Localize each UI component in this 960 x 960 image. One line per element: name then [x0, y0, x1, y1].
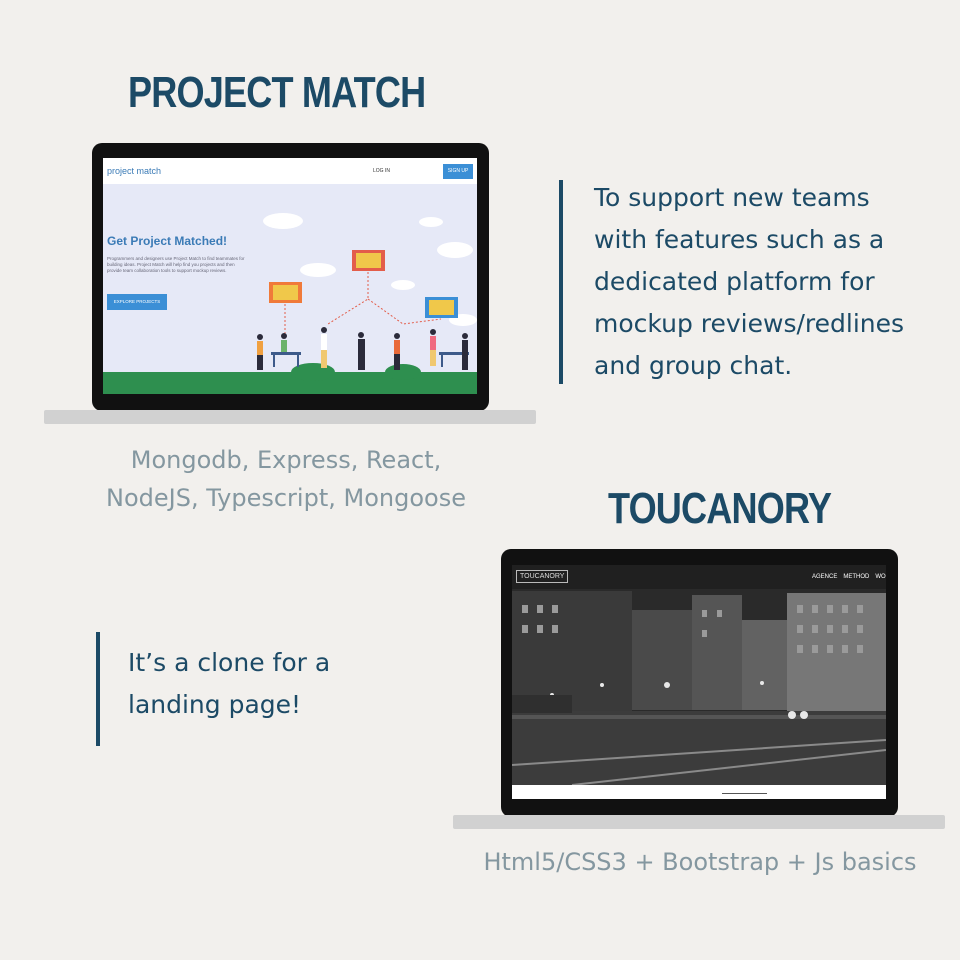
project-match-description: To support new teams with features such … — [594, 183, 905, 380]
tc-scroll-indicator — [722, 793, 767, 794]
toucanory-divider — [96, 632, 100, 746]
pm-explore-button[interactable]: EXPLORE PROJECTS — [107, 294, 167, 310]
pm-hero: Get Project Matched! Programmers and des… — [103, 184, 477, 394]
project-match-divider — [559, 180, 563, 384]
project-match-title: PROJECT MATCH — [128, 68, 426, 117]
tc-menu-item[interactable]: WO — [875, 574, 885, 580]
toucanory-title: TOUCANORY — [608, 484, 832, 533]
toucanory-screenshot: TOUCANORY AGENCE METHOD WO — [512, 565, 886, 799]
tc-menu-item[interactable]: AGENCE — [812, 574, 837, 580]
pm-hero-illustration — [103, 213, 477, 394]
project-match-tech-line2: NodeJS, Typescript, Mongoose — [106, 484, 466, 512]
pm-logo: project match — [107, 166, 162, 176]
toucanory-city-photo — [512, 589, 886, 786]
project-match-tech-line1: Mongodb, Express, React, — [130, 446, 442, 474]
tc-bottom-bar — [512, 785, 886, 799]
tc-menu-item[interactable]: METHOD — [843, 574, 869, 580]
pm-hero-title: Get Project Matched! — [107, 234, 228, 248]
toucanory-description: It’s a clone for a landing page! — [128, 648, 331, 719]
pm-signup-button[interactable]: SIGN UP — [443, 164, 473, 179]
pm-hero-body: Programmers and designers use Project Ma… — [107, 256, 245, 273]
tc-menu: AGENCE METHOD WO — [812, 574, 886, 580]
project-match-laptop-base — [44, 410, 536, 424]
toucanory-tech: Html5/CSS3 + Bootstrap + Js basics — [483, 848, 917, 876]
pm-login-link[interactable]: LOG IN — [373, 168, 390, 174]
pm-navbar: project match LOG IN SIGN UP — [103, 158, 477, 184]
tc-navbar: TOUCANORY AGENCE METHOD WO — [512, 565, 886, 589]
project-match-screenshot: project match LOG IN SIGN UP Get Project… — [103, 158, 477, 394]
tc-logo: TOUCANORY — [516, 570, 569, 583]
toucanory-laptop-base — [453, 815, 945, 829]
